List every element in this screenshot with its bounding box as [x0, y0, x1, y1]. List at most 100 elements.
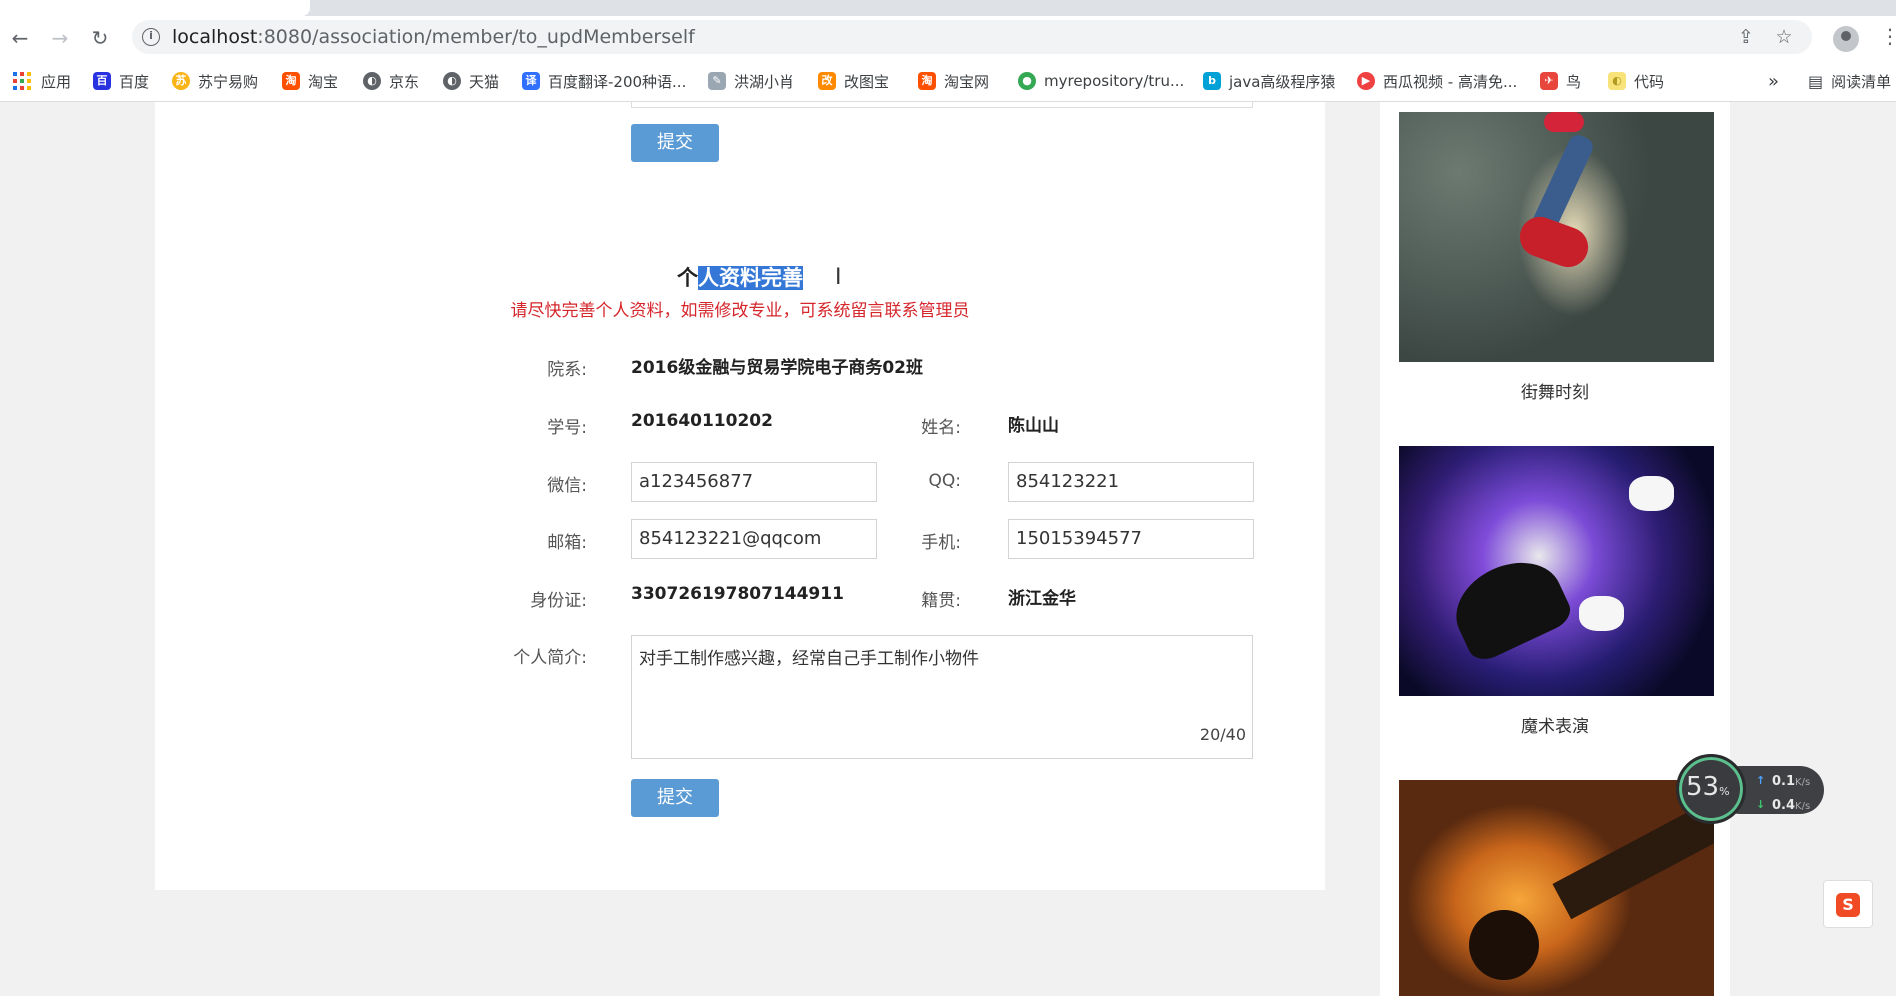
profile-form-panel: 提交 个人资料完善 I 请尽快完善个人资料，如需修改专业，可系统留言联系管理员 … — [155, 102, 1325, 890]
bookmark-label: 改图宝 — [844, 72, 890, 91]
activity-image-magic[interactable] — [1399, 446, 1714, 696]
speed-percent: 53% — [1686, 772, 1730, 802]
bookmark-label: 西瓜视频 - 高清免... — [1383, 72, 1518, 91]
bookmark-label: myrepository/tru... — [1044, 72, 1185, 90]
bookmark-label: 鸟 — [1566, 72, 1582, 91]
page-scrollbar[interactable] — [1888, 102, 1896, 996]
bio-label: 个人简介: — [513, 648, 587, 668]
browser-toolbar: ← → ↻ i localhost:8080/association/membe… — [0, 16, 1896, 60]
hometown-label: 籍贯: — [921, 591, 961, 611]
bookmark-label: 京东 — [389, 72, 420, 91]
bookmark-suning[interactable]: 苏 苏宁易购 — [172, 60, 258, 102]
activity-sidebar: 街舞时刻 魔术表演 — [1380, 102, 1730, 996]
name-label: 姓名: — [921, 418, 961, 438]
student-id-value: 201640110202 — [631, 411, 773, 431]
bookmark-baidu-translate[interactable]: 译 百度翻译-200种语... — [522, 60, 686, 102]
activity-image-streetdance[interactable] — [1399, 112, 1714, 362]
network-speed-widget[interactable]: 53% 0.1K/s 0.4K/s — [1676, 754, 1824, 824]
gaitubao-icon: 改 — [818, 72, 836, 90]
site-info-icon[interactable]: i — [142, 28, 160, 46]
apps-grid-icon — [13, 72, 31, 90]
upload-unit: K/s — [1795, 777, 1811, 788]
bookmark-taobao-net[interactable]: 淘 淘宝网 — [918, 60, 989, 102]
activity-caption[interactable]: 魔术表演 — [1380, 712, 1730, 737]
ime-toolbar[interactable]: S — [1823, 880, 1873, 928]
url-path: :8080/association/member/to_updMembersel… — [257, 26, 695, 48]
bookmark-label: 淘宝网 — [944, 72, 990, 91]
page-title: 个人资料完善 — [155, 262, 1325, 292]
back-icon[interactable]: ← — [8, 26, 32, 50]
upload-value: 0.1 — [1772, 774, 1796, 789]
speed-percent-value: 53 — [1686, 772, 1720, 802]
submit-button[interactable]: 提交 — [631, 779, 719, 817]
xigua-icon: ▶ — [1357, 72, 1375, 90]
bookmark-label: 苏宁易购 — [198, 72, 259, 91]
bookmark-taobao[interactable]: 淘 淘宝 — [282, 60, 338, 102]
bookmark-code[interactable]: ◐ 代码 — [1608, 60, 1664, 102]
title-selected-text: 人资料完善 — [698, 266, 803, 290]
tab-strip — [0, 0, 1896, 16]
text-cursor-icon: I — [835, 265, 842, 290]
bookmark-label: 天猫 — [469, 72, 500, 91]
bookmark-jd[interactable]: ◐ 京东 — [363, 60, 419, 102]
bookmark-apps[interactable]: 应用 — [13, 60, 71, 102]
taobao-icon: 淘 — [918, 72, 936, 90]
reading-list-button[interactable]: ▤ 阅读清单 — [1808, 60, 1891, 102]
reload-icon[interactable]: ↻ — [88, 26, 112, 50]
url-text[interactable]: localhost:8080/association/member/to_upd… — [172, 26, 695, 48]
bookmark-label: 应用 — [41, 72, 72, 91]
bookmark-star-icon[interactable]: ☆ — [1774, 27, 1794, 47]
bookmark-label: 百度 — [119, 72, 150, 91]
phone-input[interactable]: 15015394577 — [1008, 519, 1254, 559]
sogou-ime-icon[interactable]: S — [1836, 893, 1860, 917]
bio-char-counter: 20/40 — [1199, 725, 1246, 744]
bookmark-label: 洪湖小肖 — [734, 72, 795, 91]
activity-caption[interactable]: 街舞时刻 — [1380, 378, 1730, 403]
glove — [1579, 596, 1624, 631]
baidu-translate-icon: 译 — [522, 72, 540, 90]
bookmark-myrepository[interactable]: ● myrepository/tru... — [1018, 60, 1184, 102]
bookmark-xigua[interactable]: ▶ 西瓜视频 - 高清免... — [1357, 60, 1517, 102]
dancer-shoe — [1544, 112, 1584, 132]
activity-image-guitar[interactable] — [1399, 780, 1714, 996]
bookmarks-overflow-button[interactable]: » — [1768, 60, 1779, 102]
wechat-label: 微信: — [547, 476, 587, 496]
title-plain: 个 — [677, 266, 698, 290]
id-card-label: 身份证: — [530, 591, 587, 611]
magic-hat — [1442, 546, 1576, 666]
bookmark-java[interactable]: b java高级程序猿 — [1203, 60, 1335, 102]
address-bar[interactable]: i localhost:8080/association/member/to_u… — [132, 20, 1812, 54]
email-label: 邮箱: — [547, 533, 587, 553]
download-speed: 0.4K/s — [1756, 798, 1810, 813]
phone-label: 手机: — [921, 533, 961, 553]
bio-textarea[interactable]: 对手工制作感兴趣，经常自己手工制作小物件 20/40 — [631, 635, 1253, 759]
chrome-icon: ● — [1018, 72, 1036, 90]
bookmark-gaitubao[interactable]: 改 改图宝 — [818, 60, 889, 102]
bookmark-bird[interactable]: ✈ 鸟 — [1540, 60, 1581, 102]
bilibili-icon: b — [1203, 72, 1221, 90]
guitar-sound-hole — [1469, 910, 1539, 980]
bookmark-tmall[interactable]: ◐ 天猫 — [443, 60, 499, 102]
active-tab[interactable] — [0, 0, 310, 16]
forward-icon[interactable]: → — [48, 26, 72, 50]
submit-button-top[interactable]: 提交 — [631, 124, 719, 162]
previous-form-field[interactable] — [631, 102, 1253, 108]
hometown-value: 浙江金华 — [1008, 589, 1076, 609]
bio-text: 对手工制作感兴趣，经常自己手工制作小物件 — [639, 649, 979, 669]
url-host: localhost — [172, 26, 258, 48]
upload-speed: 0.1K/s — [1756, 774, 1811, 789]
bookmark-honghu[interactable]: ✎ 洪湖小肖 — [708, 60, 794, 102]
profile-avatar-icon[interactable] — [1833, 26, 1859, 52]
student-id-label: 学号: — [547, 418, 587, 438]
name-value: 陈山山 — [1008, 416, 1059, 436]
globe-icon: ◐ — [363, 72, 381, 90]
bookmark-baidu[interactable]: 百 百度 — [93, 60, 149, 102]
browser-menu-icon[interactable]: ⋮ — [1880, 24, 1896, 48]
reading-list-label: 阅读清单 — [1831, 72, 1892, 91]
qq-input[interactable]: 854123221 — [1008, 462, 1254, 502]
bookmarks-bar: 应用 百 百度 苏 苏宁易购 淘 淘宝 ◐ 京东 ◐ 天猫 译 百度翻译-200… — [0, 60, 1896, 102]
taobao-icon: 淘 — [282, 72, 300, 90]
share-icon[interactable]: ⇪ — [1736, 27, 1756, 47]
feather-icon: ✎ — [708, 72, 726, 90]
dancer-body — [1514, 211, 1594, 273]
